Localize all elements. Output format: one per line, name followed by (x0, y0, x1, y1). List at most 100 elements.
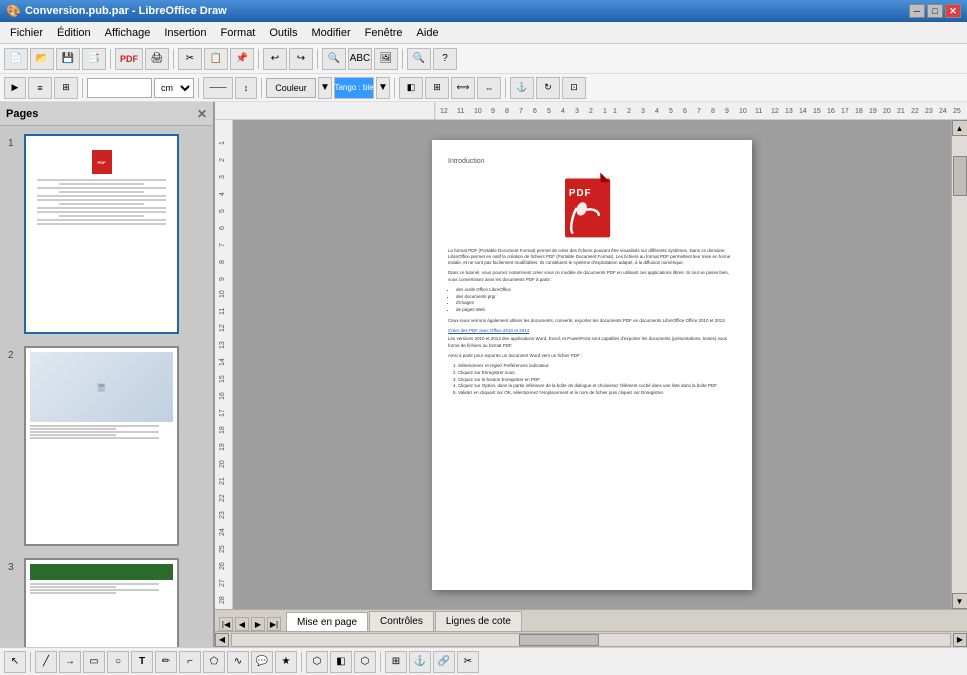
ruler-and-content: Pages ✕ 1 PDF (0, 102, 967, 647)
tab-mise-en-page[interactable]: Mise en page (286, 612, 368, 632)
gallery-button[interactable]: 🖼 (374, 48, 398, 70)
save-button[interactable]: 💾 (56, 48, 80, 70)
unit-select[interactable]: cm mm in (154, 78, 194, 98)
find-button[interactable]: 🔍 (322, 48, 346, 70)
close-button[interactable]: ✕ (945, 4, 961, 18)
shadow-btn[interactable]: ◧ (399, 77, 423, 99)
menu-affichage[interactable]: Affichage (99, 25, 157, 41)
new-button[interactable]: 📄 (4, 48, 28, 70)
scroll-down-button[interactable]: ▼ (952, 593, 967, 609)
print-button[interactable]: 🖨 (145, 48, 169, 70)
page-thumb-3[interactable]: 3 (8, 558, 205, 647)
wrap-btn[interactable]: ↻ (536, 77, 560, 99)
export-pdf-button[interactable]: PDF (115, 48, 143, 70)
fill-dropdown[interactable]: ▼ (376, 77, 390, 99)
saveas-button[interactable]: 📑 (82, 48, 106, 70)
minimize-button[interactable]: ─ (909, 4, 925, 18)
svg-text:11: 11 (457, 108, 464, 115)
svg-text:12: 12 (219, 324, 226, 332)
vertical-scrollbar[interactable]: ▲ ▼ (951, 120, 967, 609)
redo-button[interactable]: ↪ (289, 48, 313, 70)
ellipse-tool-button[interactable]: ○ (107, 651, 129, 673)
undo-button[interactable]: ↩ (263, 48, 287, 70)
hscroll-thumb[interactable] (519, 634, 599, 646)
menu-insertion[interactable]: Insertion (158, 25, 212, 41)
curve-tool-button[interactable]: ∿ (227, 651, 249, 673)
canvas-area[interactable]: Introduction (233, 120, 951, 609)
svg-text:14: 14 (799, 108, 807, 115)
callout-tool-button[interactable]: 💬 (251, 651, 273, 673)
mirror-btn[interactable]: ⇔ (477, 77, 501, 99)
pages-close-button[interactable]: ✕ (197, 107, 207, 121)
extra-btn[interactable]: ⊡ (562, 77, 586, 99)
group-btn[interactable]: ⊞ (54, 77, 78, 99)
3d-tool-button[interactable]: ⬡ (354, 651, 376, 673)
menu-outils[interactable]: Outils (263, 25, 303, 41)
line-tool-button[interactable]: ╱ (35, 651, 57, 673)
flowchart-tool-button[interactable]: ⬡ (306, 651, 328, 673)
menu-modifier[interactable]: Modifier (306, 25, 357, 41)
menu-edition[interactable]: Édition (51, 25, 97, 41)
help-button[interactable]: ? (433, 48, 457, 70)
rect-tool-button[interactable]: ▭ (83, 651, 105, 673)
scroll-track[interactable] (952, 136, 967, 593)
ruler-corner (215, 102, 435, 120)
tab-next-button[interactable]: ▶ (251, 617, 265, 631)
cut-button[interactable]: ✂ (178, 48, 202, 70)
page-preview-1[interactable]: PDF (24, 134, 179, 334)
menu-aide[interactable]: Aide (411, 25, 445, 41)
align2-btn[interactable]: ⟺ (451, 77, 475, 99)
tab-lignes-de-cote[interactable]: Lignes de cote (435, 611, 522, 631)
page-preview-3[interactable] (24, 558, 179, 647)
page-preview-2[interactable]: 🖥 (24, 346, 179, 546)
tab-prev-button[interactable]: ◀ (235, 617, 249, 631)
scroll-up-button[interactable]: ▲ (952, 120, 967, 136)
page-thumb-2[interactable]: 2 🖥 (8, 346, 205, 546)
align-btn[interactable]: ≡ (28, 77, 52, 99)
anchor-btn[interactable]: ⚓ (510, 77, 534, 99)
svg-text:20: 20 (219, 460, 226, 468)
tab-last-button[interactable]: ▶| (267, 617, 281, 631)
spell-button[interactable]: ABC (348, 48, 372, 70)
open-button[interactable]: 📂 (30, 48, 54, 70)
mode-btn[interactable]: ▶ (4, 77, 26, 99)
maximize-button[interactable]: □ (927, 4, 943, 18)
line-style-btn[interactable]: ─── (203, 77, 233, 99)
polygon-tool-button[interactable]: ⬠ (203, 651, 225, 673)
paste-button[interactable]: 📌 (230, 48, 254, 70)
line-width-btn[interactable]: ↕ (235, 77, 257, 99)
hscroll-track[interactable] (231, 633, 951, 647)
freehand-tool-button[interactable]: ✏ (155, 651, 177, 673)
scroll-thumb[interactable] (953, 156, 967, 196)
color-dropdown[interactable]: ▼ (318, 77, 332, 99)
color-select[interactable]: Couleur (266, 78, 316, 98)
hscroll-right-button[interactable]: ▶ (953, 633, 967, 647)
shadow-tool-button[interactable]: ◧ (330, 651, 352, 673)
svg-text:15: 15 (219, 375, 226, 383)
menu-fenetre[interactable]: Fenêtre (359, 25, 409, 41)
hyperlink-button[interactable]: 🔗 (433, 651, 455, 673)
hscroll-left-button[interactable]: ◀ (215, 633, 229, 647)
crop-button[interactable]: ✂ (457, 651, 479, 673)
fill-color-btn[interactable]: Tango : ble (334, 77, 374, 99)
insert-obj-button[interactable]: ⊞ (385, 651, 407, 673)
dimension-input[interactable]: 0,00 cm (87, 78, 152, 98)
zoom-button[interactable]: 🔍 (407, 48, 431, 70)
menu-fichier[interactable]: Fichier (4, 25, 49, 41)
tab-controles[interactable]: Contrôles (369, 611, 434, 631)
tab-first-button[interactable]: |◀ (219, 617, 233, 631)
star-tool-button[interactable]: ★ (275, 651, 297, 673)
svg-text:19: 19 (869, 108, 877, 115)
connector-tool-button[interactable]: ⌐ (179, 651, 201, 673)
arrow-tool-button[interactable]: → (59, 651, 81, 673)
arrange-btn[interactable]: ⊞ (425, 77, 449, 99)
copy-button[interactable]: 📋 (204, 48, 228, 70)
cursor-tool-button[interactable]: ↖ (4, 651, 26, 673)
page-thumb-1[interactable]: 1 PDF (8, 134, 205, 334)
drawing-toolbar: ↖ ╱ → ▭ ○ T ✏ ⌐ ⬠ ∿ 💬 ★ ⬡ ◧ ⬡ ⊞ ⚓ 🔗 ✂ (0, 647, 967, 675)
svg-text:23: 23 (925, 108, 933, 115)
menu-format[interactable]: Format (215, 25, 262, 41)
svg-text:1: 1 (219, 141, 226, 145)
anchor-button[interactable]: ⚓ (409, 651, 431, 673)
text-tool-button[interactable]: T (131, 651, 153, 673)
